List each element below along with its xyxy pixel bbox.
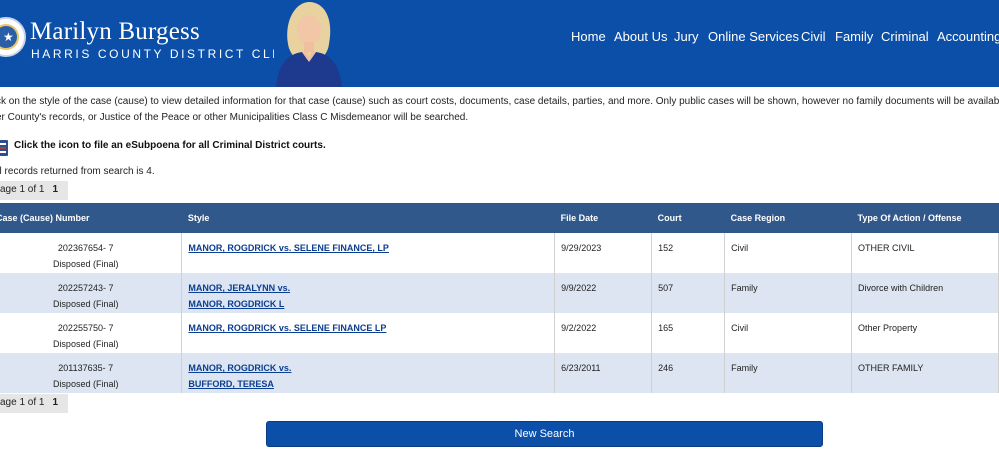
pager-current-page[interactable]: 1	[52, 397, 58, 408]
intro-line-2: er County's records, or Justice of the P…	[0, 112, 469, 123]
table-row: 202255750- 7 Disposed (Final) MANOR, ROG…	[0, 313, 999, 353]
nav-jury[interactable]: Jury	[674, 29, 699, 44]
case-style-link-line2[interactable]: MANOR, ROGDRICK L	[188, 296, 548, 312]
case-style-link[interactable]: MANOR, JERALYNN vs.	[188, 280, 548, 296]
table-row: 202367654- 7 Disposed (Final) MANOR, ROG…	[0, 233, 999, 273]
table-row: 202257243- 7 Disposed (Final) MANOR, JER…	[0, 273, 999, 313]
pager-label: age 1 of 1	[0, 184, 45, 195]
case-number-cell: 202367654- 7 Disposed (Final)	[0, 233, 183, 273]
type-of-action: OTHER CIVIL	[851, 233, 999, 273]
style-cell: MANOR, ROGDRICK vs. SELENE FINANCE LP	[181, 313, 556, 353]
nav-civil[interactable]: Civil	[801, 29, 826, 44]
nav-about-us[interactable]: About Us	[614, 29, 667, 44]
new-search-button[interactable]: New Search	[266, 421, 823, 447]
case-style-link[interactable]: MANOR, ROGDRICK vs.	[188, 360, 548, 376]
table-header-row: Case (Cause) Number Style File Date Cour…	[0, 203, 999, 233]
nav-home[interactable]: Home	[571, 29, 606, 44]
esubpoena-text: Click the icon to file an eSubpoena for …	[14, 140, 326, 151]
file-date: 9/29/2023	[554, 233, 653, 273]
file-date: 9/9/2022	[554, 273, 653, 313]
brand-subtitle: HARRIS COUNTY DISTRICT CLERK	[31, 47, 305, 61]
col-case-region[interactable]: Case Region	[724, 203, 852, 233]
file-date: 9/2/2022	[554, 313, 653, 353]
nav-family[interactable]: Family	[835, 29, 873, 44]
case-number: 202257243- 7	[57, 283, 114, 293]
case-number-cell: 201137635- 7 Disposed (Final)	[0, 353, 183, 393]
file-date: 6/23/2011	[554, 353, 653, 393]
case-status: Disposed (Final)	[52, 379, 119, 389]
court: 246	[651, 353, 726, 393]
nav-accounting[interactable]: Accounting	[937, 29, 999, 44]
brand-name[interactable]: Marilyn Burgess	[30, 18, 200, 46]
court: 152	[651, 233, 726, 273]
case-number: 202367654- 7	[57, 243, 114, 253]
col-case-number[interactable]: Case (Cause) Number	[0, 203, 182, 233]
county-seal-logo: ★	[0, 17, 26, 57]
nav-online-services[interactable]: Online Services	[708, 29, 799, 44]
col-court[interactable]: Court	[651, 203, 725, 233]
star-icon: ★	[3, 30, 14, 44]
case-status: Disposed (Final)	[52, 339, 119, 349]
type-of-action: Divorce with Children	[851, 273, 999, 313]
col-style[interactable]: Style	[181, 203, 555, 233]
table-row: 201137635- 7 Disposed (Final) MANOR, ROG…	[0, 353, 999, 393]
style-cell: MANOR, ROGDRICK vs. SELENE FINANCE, LP	[181, 233, 556, 273]
case-style-link-line2[interactable]: BUFFORD, TERESA	[188, 376, 548, 392]
seal-inner: ★	[0, 24, 19, 50]
case-region: Family	[724, 353, 853, 393]
case-number: 201137635- 7	[58, 363, 114, 373]
intro-line-1: ck on the style of the case (cause) to v…	[0, 96, 999, 107]
type-of-action: Other Property	[851, 313, 999, 353]
pager-bottom: age 1 of 1 1	[0, 394, 69, 413]
pager-current-page[interactable]: 1	[52, 184, 58, 195]
court: 507	[651, 273, 726, 313]
col-type-of-action[interactable]: Type Of Action / Offense	[851, 203, 999, 233]
case-style-link[interactable]: MANOR, ROGDRICK vs. SELENE FINANCE LP	[188, 320, 548, 336]
case-status: Disposed (Final)	[52, 299, 119, 309]
style-cell: MANOR, JERALYNN vs. MANOR, ROGDRICK L	[181, 273, 556, 313]
court: 165	[651, 313, 726, 353]
pager-top: age 1 of 1 1	[0, 181, 69, 200]
type-of-action: OTHER FAMILY	[851, 353, 999, 393]
case-region: Civil	[724, 313, 853, 353]
col-file-date[interactable]: File Date	[554, 203, 652, 233]
site-header: ★ Marilyn Burgess HARRIS COUNTY DISTRICT…	[0, 0, 999, 87]
intro-text: ck on the style of the case (cause) to v…	[0, 94, 999, 126]
case-style-link[interactable]: MANOR, ROGDRICK vs. SELENE FINANCE, LP	[188, 240, 548, 256]
pager-label: age 1 of 1	[0, 397, 45, 408]
document-icon[interactable]	[0, 139, 9, 157]
case-number-cell: 202257243- 7 Disposed (Final)	[0, 273, 183, 313]
clerk-portrait	[274, 0, 344, 87]
case-status: Disposed (Final)	[52, 259, 119, 269]
case-region: Family	[724, 273, 853, 313]
total-records-text: al records returned from search is 4.	[0, 166, 155, 177]
case-number-cell: 202255750- 7 Disposed (Final)	[0, 313, 183, 353]
nav-criminal[interactable]: Criminal	[881, 29, 929, 44]
case-region: Civil	[724, 233, 853, 273]
case-number: 202255750- 7	[57, 323, 114, 333]
results-table: Case (Cause) Number Style File Date Cour…	[0, 203, 999, 393]
style-cell: MANOR, ROGDRICK vs. BUFFORD, TERESA	[181, 353, 556, 393]
